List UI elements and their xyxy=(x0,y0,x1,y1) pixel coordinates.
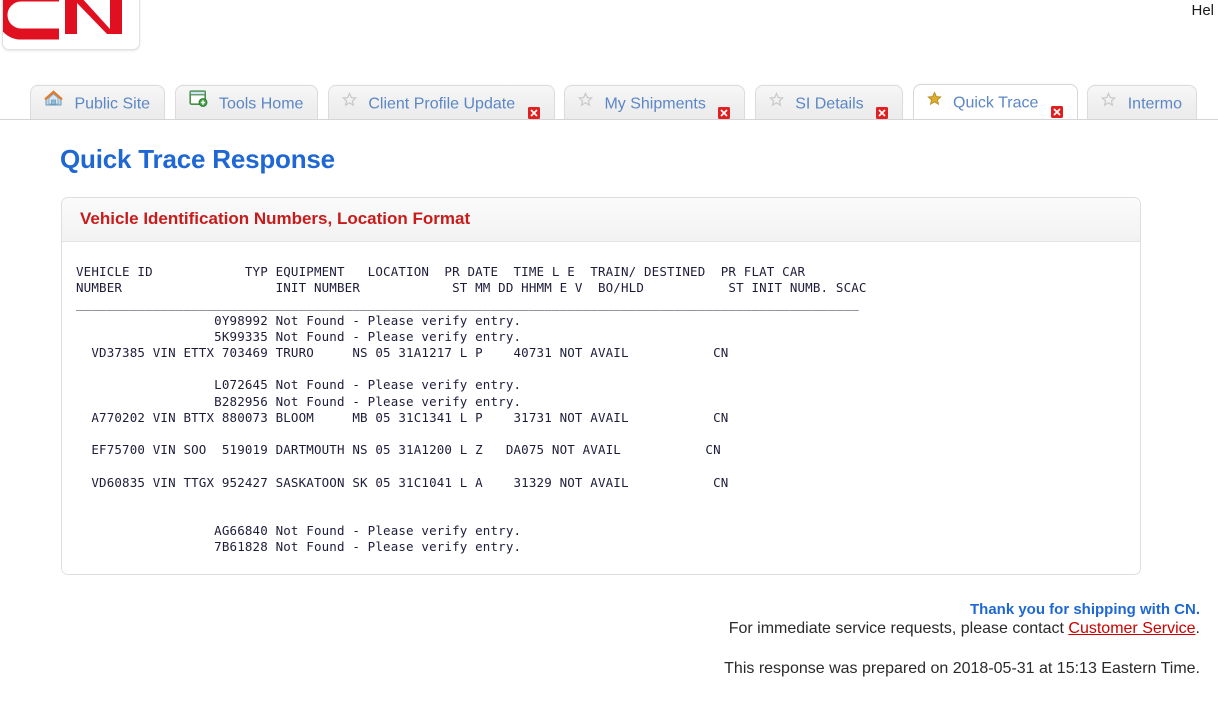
house-icon xyxy=(44,85,63,119)
help-link[interactable]: Hel xyxy=(1191,2,1214,19)
star-outline-icon[interactable] xyxy=(341,85,358,119)
report-panel-body: VEHICLE ID TYP EQUIPMENT LOCATION PR DAT… xyxy=(62,242,1140,574)
cn-logo-mark xyxy=(3,0,122,40)
report-header-row-2: NUMBER INIT NUMBER ST MM DD HHMM E V BO/… xyxy=(76,280,867,296)
report-body: 0Y98992 Not Found - Please verify entry.… xyxy=(91,312,729,555)
tab-quick-trace[interactable]: Quick Trace xyxy=(912,84,1078,119)
tab-public-site[interactable]: Public Site xyxy=(30,85,166,119)
window-add-icon xyxy=(188,85,208,119)
tab-label: Tools Home xyxy=(218,95,304,113)
star-outline-icon[interactable] xyxy=(1101,85,1117,119)
star-outline-icon[interactable] xyxy=(768,85,784,119)
report-header-rule: ________________________________________… xyxy=(76,296,859,312)
tab-label: My Shipments xyxy=(604,95,706,113)
star-outline-icon[interactable] xyxy=(577,85,594,119)
footer-contact: For immediate service requests, please c… xyxy=(0,620,1200,638)
cn-logo[interactable] xyxy=(2,0,140,50)
tab-intermodal[interactable]: Intermo xyxy=(1087,85,1197,119)
report-panel-header: Vehicle Identification Numbers, Location… xyxy=(62,198,1140,242)
tab-close-icon[interactable] xyxy=(527,97,540,119)
footer-contact-prefix: For immediate service requests, please c… xyxy=(728,619,1069,637)
tab-label: Client Profile Update xyxy=(368,95,516,113)
tab-close-icon[interactable] xyxy=(718,97,731,119)
tab-client-profile-update[interactable]: Client Profile Update xyxy=(327,85,555,119)
footer-thanks: Thank you for shipping with CN. xyxy=(970,600,1200,618)
tab-label: SI Details xyxy=(795,95,864,113)
browser-tab-strip: Public Site Tools Home Client Profile Up… xyxy=(0,72,1218,120)
page-content: Quick Trace Response Vehicle Identificat… xyxy=(0,120,1218,678)
browser-top-bar: Hel xyxy=(0,0,1218,72)
report-panel-title: Vehicle Identification Numbers, Location… xyxy=(80,209,471,228)
tab-label: Quick Trace xyxy=(953,94,1039,112)
tab-tools-home[interactable]: Tools Home xyxy=(174,85,319,119)
customer-service-link[interactable]: Customer Service xyxy=(1068,620,1195,637)
report-panel: Vehicle Identification Numbers, Location… xyxy=(61,197,1141,575)
tab-label: Public Site xyxy=(74,95,151,113)
tab-close-icon[interactable] xyxy=(1050,96,1063,118)
footer-contact-suffix: . xyxy=(1195,619,1200,637)
footer-prepared-timestamp: This response was prepared on 2018-05-31… xyxy=(724,659,1200,677)
star-filled-icon[interactable] xyxy=(926,84,942,119)
page-footer: Thank you for shipping with CN. For imme… xyxy=(0,601,1218,678)
tab-my-shipments[interactable]: My Shipments xyxy=(564,85,746,119)
tab-si-details[interactable]: SI Details xyxy=(754,85,904,119)
report-header-row: VEHICLE ID TYP EQUIPMENT LOCATION PR DAT… xyxy=(76,264,806,279)
tab-label: Intermo xyxy=(1127,95,1182,113)
page-title: Quick Trace Response xyxy=(60,144,335,174)
tab-close-icon[interactable] xyxy=(876,97,889,119)
